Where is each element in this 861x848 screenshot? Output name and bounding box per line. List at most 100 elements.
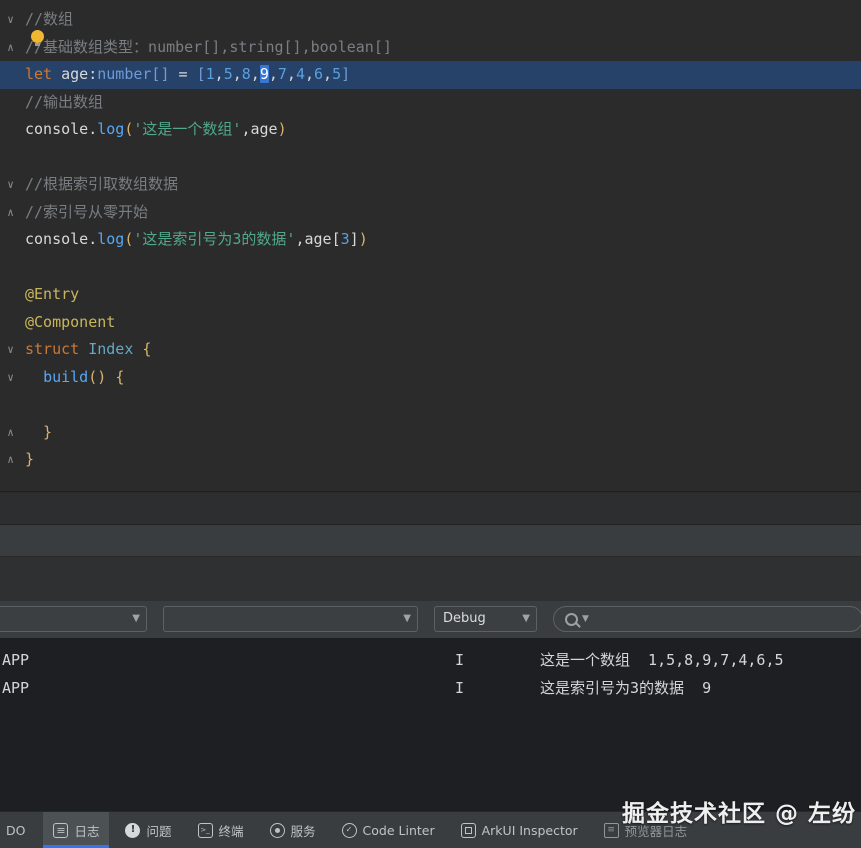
code-token: [ <box>196 65 206 83</box>
code-token: = <box>169 65 197 83</box>
chevron-down-icon: ▼ <box>132 613 140 624</box>
tab-arkui-inspector[interactable]: ArkUI Inspector <box>451 812 588 848</box>
problems-icon <box>125 822 141 838</box>
code-line[interactable]: let age:number[] = [1,5,8,9,7,4,6,5] <box>0 61 861 89</box>
tab-label: 服务 <box>290 823 316 839</box>
code-line[interactable]: @Entry <box>0 281 861 309</box>
log-level: I <box>455 651 465 669</box>
code-area: ∨ //数组 ∧ //基础数组类型：number[],string[],boolean… <box>0 6 861 474</box>
code-token: console <box>25 120 89 138</box>
code-token: '这是一个数组' <box>133 120 242 138</box>
code-token: , <box>304 65 314 83</box>
log-row[interactable]: APP I 这是索引号为3的数据 9 <box>0 674 861 702</box>
code-token: console <box>25 230 89 248</box>
code-token: //基础数组类型：number[],string[],boolean[] <box>25 37 392 56</box>
code-token: } <box>25 450 35 468</box>
fold-expand-icon[interactable]: ∨ <box>3 364 18 392</box>
code-token: age <box>250 120 278 138</box>
code-token: 6 <box>314 65 324 83</box>
code-line[interactable]: ∧ //索引号从零开始 <box>0 199 861 227</box>
code-token: () <box>88 367 107 386</box>
empty-panel-strip-2 <box>0 525 861 557</box>
log-search-input[interactable]: ▼ <box>553 606 861 632</box>
code-token: , <box>286 65 296 83</box>
code-token: { <box>142 340 152 358</box>
code-token: . <box>88 230 98 248</box>
code-line[interactable]: ∧ } <box>0 419 861 447</box>
empty-panel-strip-1 <box>0 493 861 525</box>
watermark-text: 掘金技术社区 @ 左纷 <box>621 801 856 827</box>
code-line[interactable]: //输出数组 <box>0 89 861 117</box>
tab-problems[interactable]: 问题 <box>115 812 181 848</box>
fold-end-icon[interactable]: ∧ <box>3 199 18 227</box>
arkui-icon <box>460 822 476 838</box>
tab-label: 终端 <box>218 823 244 839</box>
process-combo[interactable]: ▼ <box>163 606 418 632</box>
intention-bulb-icon[interactable] <box>31 30 44 46</box>
code-line[interactable]: @Component <box>0 309 861 337</box>
code-token: , <box>323 65 333 83</box>
code-token: //根据索引取数组数据 <box>25 175 179 193</box>
ide-window: ∨ //数组 ∧ //基础数组类型：number[],string[],boolean… <box>0 0 861 848</box>
fold-end-icon[interactable]: ∧ <box>3 446 18 474</box>
fold-expand-icon[interactable]: ∨ <box>3 171 18 199</box>
code-editor[interactable]: ∨ //数组 ∧ //基础数组类型：number[],string[],boolean… <box>0 0 861 492</box>
linter-icon <box>341 822 357 838</box>
code-line[interactable]: ∨ //根据索引取数组数据 <box>0 171 861 199</box>
fold-expand-icon[interactable]: ∨ <box>3 336 18 364</box>
code-line[interactable] <box>0 144 861 172</box>
log-level-combo[interactable]: Debug ▼ <box>434 606 537 632</box>
tab-log[interactable]: 日志 <box>43 812 110 848</box>
code-token: //索引号从零开始 <box>25 202 149 221</box>
code-token: { <box>115 367 125 386</box>
code-line[interactable]: console.log('这是索引号为3的数据',age[3]) <box>0 226 861 254</box>
code-line[interactable]: ∨ //数组 <box>0 6 861 34</box>
tab-todo-partial[interactable]: DO <box>0 812 33 848</box>
log-level: I <box>455 679 465 697</box>
code-token: build <box>43 367 89 386</box>
code-token: 3 <box>340 230 350 248</box>
code-line[interactable]: console.log('这是一个数组',age) <box>0 116 861 144</box>
code-token: @Component <box>25 312 116 331</box>
code-token: 4 <box>295 65 305 83</box>
tab-terminal[interactable]: 终端 <box>188 812 254 848</box>
code-line[interactable]: ∨ struct Index { <box>0 336 861 364</box>
tab-label: Code Linter <box>362 822 435 838</box>
tab-label: 问题 <box>146 823 172 839</box>
code-line[interactable]: ∧} <box>0 446 861 474</box>
code-token: @Entry <box>25 285 80 303</box>
code-token: ) <box>277 120 287 138</box>
code-token: , <box>250 65 260 83</box>
fold-end-icon[interactable]: ∧ <box>3 34 18 62</box>
tab-services[interactable]: 服务 <box>260 812 326 848</box>
code-line[interactable]: ∧ //基础数组类型：number[],string[],boolean[] <box>0 34 861 62</box>
chevron-down-icon: ▼ <box>522 613 530 624</box>
empty-panel-strip-3 <box>0 557 861 602</box>
code-token: age: <box>52 65 98 83</box>
chevron-down-icon: ▼ <box>403 613 411 624</box>
code-token: } <box>25 422 53 441</box>
tab-code-linter[interactable]: Code Linter <box>332 812 445 848</box>
log-message: 这是索引号为3的数据 9 <box>540 679 712 697</box>
code-line[interactable] <box>0 391 861 419</box>
code-line[interactable] <box>0 254 861 282</box>
log-source: APP <box>2 679 30 697</box>
log-row[interactable]: APP I 这是一个数组 1,5,8,9,7,4,6,5 <box>0 646 861 674</box>
fold-end-icon[interactable]: ∧ <box>3 419 18 447</box>
log-rows: APP I 这是一个数组 1,5,8,9,7,4,6,5 APP I 这是索引号为3的数据… <box>0 646 861 702</box>
code-token: age <box>304 230 332 248</box>
code-line[interactable]: ∨ build() { <box>0 364 861 392</box>
code-token: number[] <box>97 65 170 83</box>
code-token: '这是索引号为3的数据' <box>133 230 296 248</box>
log-icon <box>53 822 69 838</box>
tab-label: 日志 <box>74 823 100 839</box>
log-console[interactable]: APP I 这是一个数组 1,5,8,9,7,4,6,5 APP I 这是索引号为3的数据… <box>0 638 861 812</box>
code-token: . <box>88 120 98 138</box>
device-combo[interactable]: ▼ <box>0 606 147 632</box>
tab-label: DO <box>6 822 26 838</box>
search-options-chevron-icon[interactable]: ▼ <box>582 614 589 624</box>
fold-expand-icon[interactable]: ∨ <box>3 6 18 34</box>
tab-label: ArkUI Inspector <box>481 822 578 838</box>
log-filter-toolbar: ▼ ▼ Debug ▼ ▼ <box>0 601 861 639</box>
